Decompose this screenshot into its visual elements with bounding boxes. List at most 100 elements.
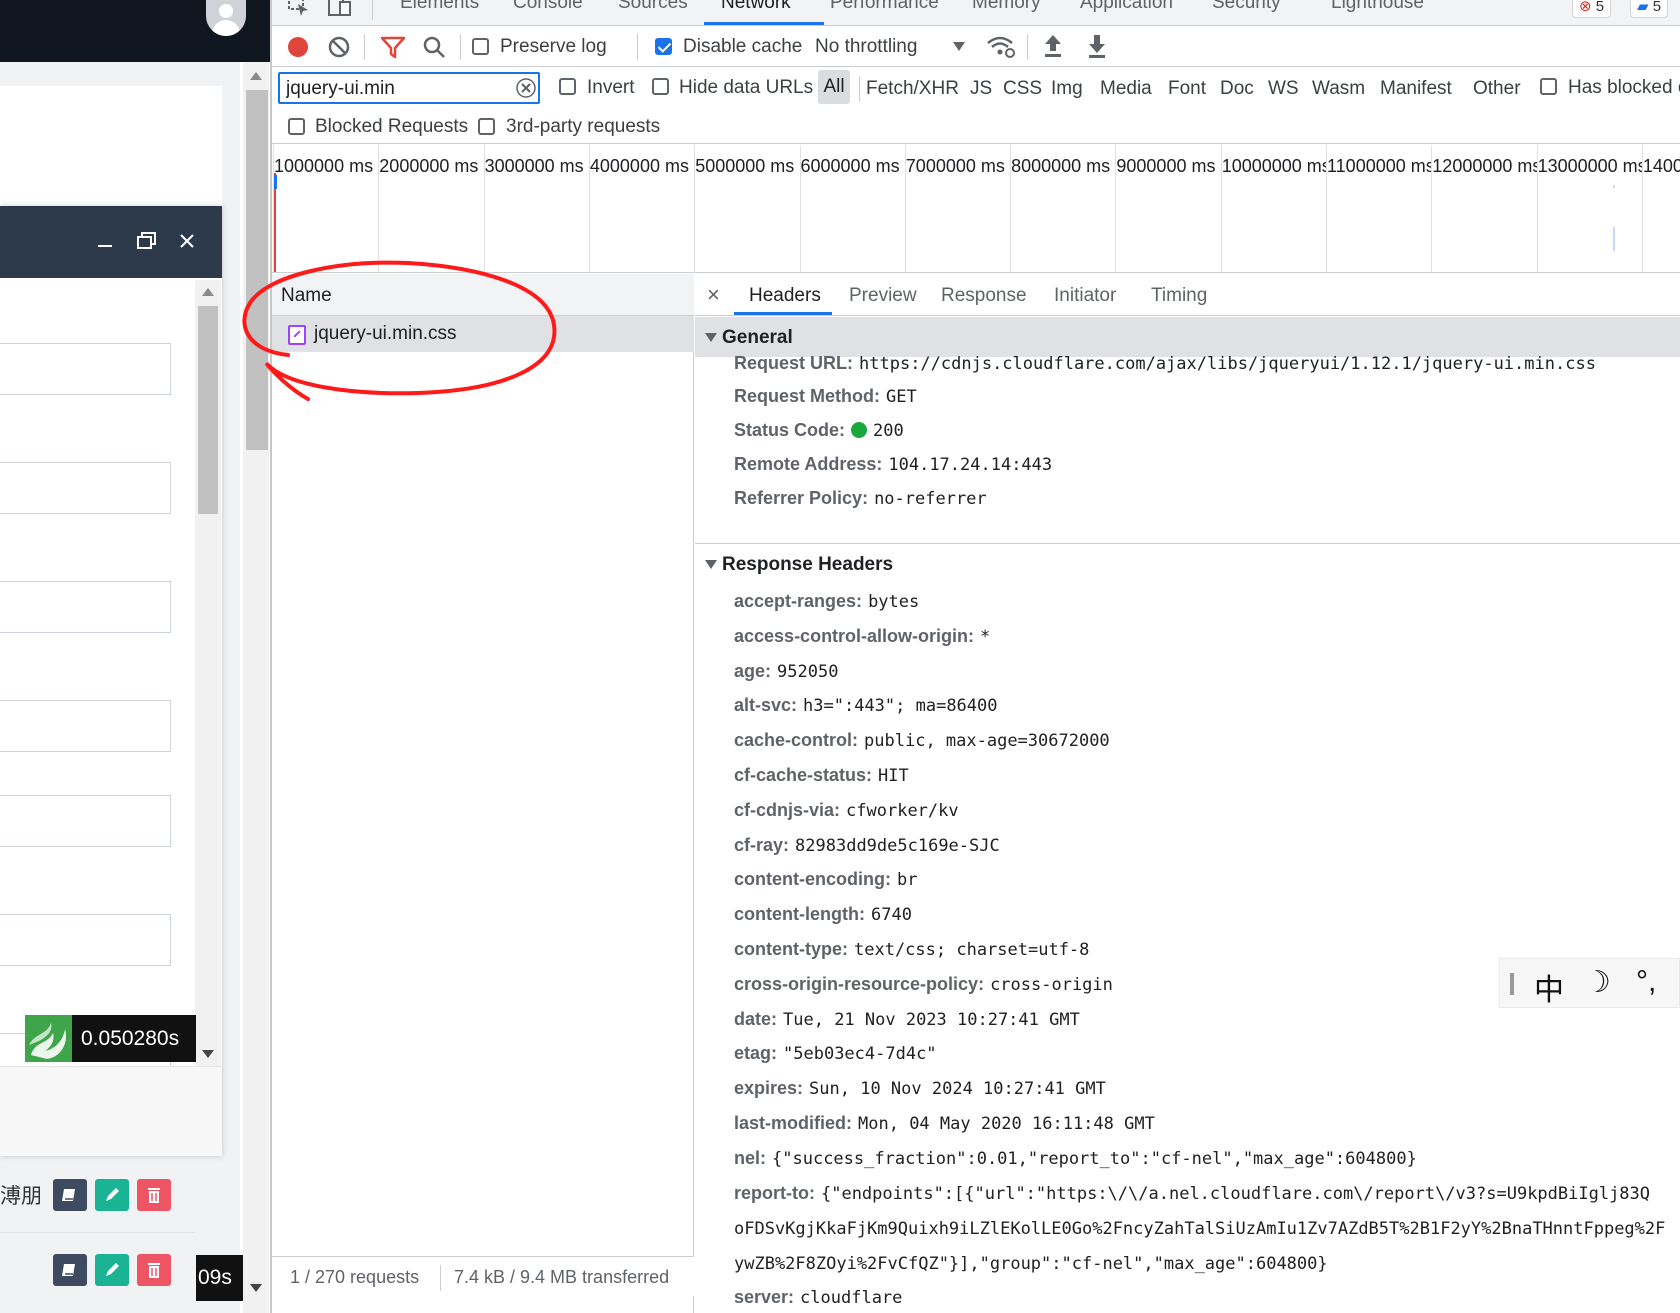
modal-scroll-thumb[interactable] bbox=[198, 306, 218, 514]
type-filter-manifest[interactable]: Manifest bbox=[1380, 78, 1452, 100]
response-header-row: content-length: 6740 bbox=[734, 904, 912, 925]
message-count-badge[interactable]: ▰ 5 bbox=[1630, 0, 1669, 18]
type-filter-wasm[interactable]: Wasm bbox=[1312, 78, 1365, 100]
blocked-requests-checkbox[interactable] bbox=[288, 118, 305, 135]
invert-checkbox[interactable] bbox=[559, 78, 576, 95]
filter-icon[interactable] bbox=[380, 35, 406, 59]
type-filter-doc[interactable]: Doc bbox=[1220, 78, 1254, 100]
overview-tick-label: 10000000 ms bbox=[1221, 156, 1331, 177]
user-avatar-icon[interactable] bbox=[206, 0, 246, 36]
preserve-log-checkbox[interactable] bbox=[472, 38, 489, 55]
export-har-icon[interactable] bbox=[1086, 33, 1108, 59]
form-field-2[interactable] bbox=[0, 462, 171, 514]
device-toolbar-icon[interactable] bbox=[328, 0, 352, 16]
general-row: Referrer Policy: no-referrer bbox=[734, 488, 987, 509]
scroll-down-arrow-icon[interactable] bbox=[250, 1284, 262, 1292]
ime-drag-handle-icon[interactable] bbox=[1510, 973, 1514, 995]
scroll-up-arrow-icon[interactable] bbox=[250, 72, 262, 80]
tab-network[interactable]: Network bbox=[721, 0, 791, 14]
error-icon: ⊗ bbox=[1579, 0, 1592, 15]
type-filter-media[interactable]: Media bbox=[1100, 78, 1152, 100]
type-filter-ws[interactable]: WS bbox=[1268, 78, 1299, 100]
form-field-1[interactable] bbox=[0, 343, 171, 395]
edit-button[interactable] bbox=[95, 1179, 129, 1211]
delete-button-2[interactable] bbox=[137, 1254, 171, 1286]
form-field-6[interactable] bbox=[0, 914, 171, 966]
edit-button-2[interactable] bbox=[95, 1254, 129, 1286]
type-filter-css[interactable]: CSS bbox=[1003, 78, 1042, 100]
network-conditions-icon[interactable] bbox=[986, 33, 1016, 59]
tab-security[interactable]: Security bbox=[1212, 0, 1281, 14]
scroll-down-arrow-icon[interactable] bbox=[202, 1050, 214, 1058]
throttling-select[interactable]: No throttling bbox=[815, 36, 917, 58]
disable-cache-checkbox[interactable] bbox=[655, 38, 672, 55]
view-button[interactable] bbox=[53, 1179, 87, 1211]
overview-tick-label: 14000 bbox=[1642, 156, 1680, 177]
third-party-checkbox[interactable] bbox=[478, 118, 495, 135]
request-row[interactable]: jquery-ui.min.css bbox=[272, 316, 694, 352]
ime-toolbar[interactable]: 中 ☽ °, bbox=[1499, 958, 1680, 1008]
tab-application[interactable]: Application bbox=[1080, 0, 1173, 14]
general-section-header[interactable]: General bbox=[695, 317, 1680, 357]
type-filter-img[interactable]: Img bbox=[1051, 78, 1083, 100]
details-active-tab-indicator bbox=[734, 312, 832, 315]
delete-button[interactable] bbox=[137, 1179, 171, 1211]
details-tab-bar: × Headers Preview Response Initiator Tim… bbox=[695, 274, 1680, 316]
tab-sources[interactable]: Sources bbox=[618, 0, 688, 14]
details-tab-initiator[interactable]: Initiator bbox=[1054, 285, 1116, 307]
form-field-4[interactable] bbox=[0, 700, 171, 752]
restore-button[interactable] bbox=[134, 228, 160, 254]
clear-icon[interactable] bbox=[327, 35, 351, 59]
trash-icon bbox=[148, 1263, 160, 1278]
response-headers-section-header[interactable]: Response Headers bbox=[695, 543, 1680, 583]
tab-elements[interactable]: Elements bbox=[400, 0, 479, 14]
type-filter-other[interactable]: Other bbox=[1473, 78, 1521, 100]
has-blocked-cookies-checkbox[interactable] bbox=[1540, 78, 1557, 95]
name-column-header[interactable]: Name bbox=[281, 285, 332, 307]
filter-input[interactable] bbox=[286, 76, 506, 102]
type-filter-font[interactable]: Font bbox=[1168, 78, 1206, 100]
form-field-5[interactable] bbox=[0, 795, 171, 847]
minimize-button[interactable] bbox=[92, 228, 118, 254]
network-filter-bar: Invert Hide data URLs All Fetch/XHR JS C… bbox=[272, 68, 1680, 110]
ime-language-toggle[interactable]: 中 bbox=[1534, 965, 1564, 1009]
details-tab-response[interactable]: Response bbox=[941, 285, 1027, 307]
request-list-header[interactable]: Name bbox=[272, 274, 694, 316]
network-toolbar: Preserve log Disable cache No throttling bbox=[272, 27, 1680, 67]
scroll-up-arrow-icon[interactable] bbox=[202, 288, 214, 296]
error-count-badge[interactable]: ⊗ 5 bbox=[1572, 0, 1612, 18]
hide-data-urls-checkbox[interactable] bbox=[652, 78, 669, 95]
ime-moon-icon[interactable]: ☽ bbox=[1584, 965, 1611, 1000]
network-overview-timeline[interactable]: 1000000 ms 2000000 ms 3000000 ms 4000000 ms… bbox=[272, 145, 1680, 273]
invert-label: Invert bbox=[587, 77, 635, 98]
modal-scrollbar[interactable] bbox=[195, 280, 221, 1070]
filter-input-box[interactable] bbox=[278, 72, 540, 104]
inspect-element-icon[interactable] bbox=[288, 0, 310, 16]
dropdown-arrow-icon[interactable] bbox=[952, 41, 966, 53]
clear-filter-icon[interactable] bbox=[516, 78, 536, 98]
page-scrollbar[interactable] bbox=[243, 62, 269, 1313]
search-icon[interactable] bbox=[422, 35, 446, 59]
type-filter-all[interactable]: All bbox=[818, 70, 850, 104]
ime-punctuation-toggle[interactable]: °, bbox=[1636, 965, 1656, 999]
details-tab-timing[interactable]: Timing bbox=[1151, 285, 1207, 307]
details-tab-headers[interactable]: Headers bbox=[749, 285, 821, 307]
form-field-3[interactable] bbox=[0, 581, 171, 633]
close-details-button[interactable]: × bbox=[707, 282, 720, 308]
import-har-icon[interactable] bbox=[1042, 33, 1064, 59]
record-icon[interactable] bbox=[286, 35, 310, 59]
view-button-2[interactable] bbox=[53, 1254, 87, 1286]
response-header-row: access-control-allow-origin: * bbox=[734, 626, 991, 647]
details-tab-preview[interactable]: Preview bbox=[849, 285, 917, 307]
tab-performance[interactable]: Performance bbox=[830, 0, 939, 14]
tab-console[interactable]: Console bbox=[513, 0, 583, 14]
type-filter-fetch-xhr[interactable]: Fetch/XHR bbox=[866, 78, 959, 100]
tab-lighthouse[interactable]: Lighthouse bbox=[1331, 0, 1424, 14]
response-header-row: cf-cdnjs-via: cfworker/kv bbox=[734, 800, 959, 821]
page-scroll-thumb[interactable] bbox=[246, 90, 268, 450]
modal-footer bbox=[0, 1066, 222, 1156]
tab-memory[interactable]: Memory bbox=[972, 0, 1041, 14]
overview-tick-label: 7000000 ms bbox=[905, 156, 1005, 177]
type-filter-js[interactable]: JS bbox=[970, 78, 992, 100]
close-modal-button[interactable] bbox=[174, 228, 200, 254]
